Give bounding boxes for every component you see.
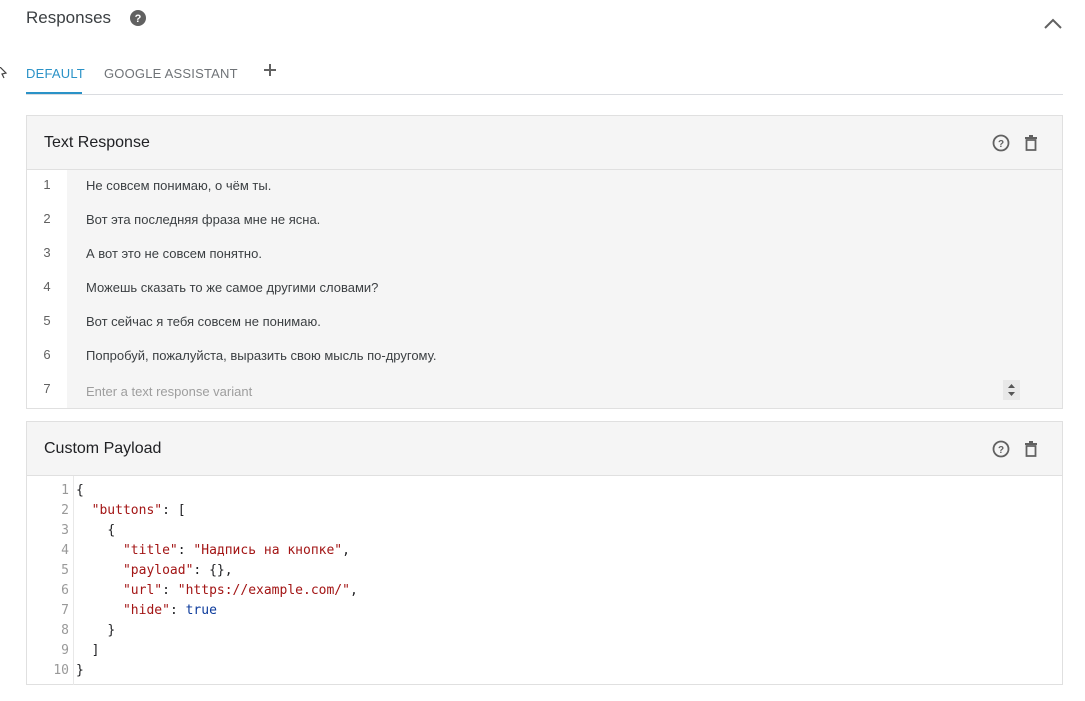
- response-text[interactable]: Вот сейчас я тебя совсем не понимаю.: [67, 306, 1062, 340]
- line-number: 2: [61, 503, 69, 518]
- response-row: 1 Не совсем понимаю, о чём ты.: [27, 170, 1062, 204]
- plus-icon[interactable]: [262, 62, 278, 78]
- line-number: 6: [61, 583, 69, 598]
- cursor-icon: [0, 66, 8, 79]
- help-outline-icon[interactable]: ?: [992, 440, 1010, 458]
- response-row: 3 А вот это не совсем понятно.: [27, 238, 1062, 272]
- line-number: 10: [53, 663, 69, 678]
- custom-payload-card-header: Custom Payload ?: [27, 422, 1062, 476]
- response-text[interactable]: Попробуй, пожалуйста, выразить свою мысл…: [67, 340, 1062, 374]
- json-key: "payload": [122, 563, 194, 578]
- code-token: : [: [162, 503, 186, 518]
- code-token: {: [107, 523, 116, 538]
- json-key: "url": [122, 583, 163, 598]
- code-line: 1 {: [27, 481, 1062, 501]
- code-line: 10 }: [27, 661, 1062, 681]
- response-list: 1 Не совсем понимаю, о чём ты. 2 Вот эта…: [27, 170, 1062, 408]
- response-tabs: DEFAULT GOOGLE ASSISTANT: [26, 56, 1063, 95]
- line-number: 4: [61, 543, 69, 558]
- code-line: 8 }: [27, 621, 1062, 641]
- row-number: 6: [27, 340, 67, 374]
- code-line: 2 "buttons": [: [27, 501, 1062, 521]
- responses-header: Responses ?: [0, 0, 1085, 40]
- json-key: "buttons": [91, 503, 163, 518]
- response-row: 2 Вот эта последняя фраза мне не ясна.: [27, 204, 1062, 238]
- svg-text:?: ?: [135, 13, 142, 25]
- response-text[interactable]: Вот эта последняя фраза мне не ясна.: [67, 204, 1062, 238]
- json-key: "title": [122, 543, 178, 558]
- line-number: 5: [61, 563, 69, 578]
- spinner-arrows-icon[interactable]: [1003, 380, 1020, 400]
- text-response-input[interactable]: [86, 374, 966, 408]
- text-response-card: Text Response ? 1 Не совсем понимаю, о ч…: [26, 115, 1063, 409]
- custom-payload-card: Custom Payload ? 1 { 2 "buttons": [ 3 { …: [26, 421, 1063, 685]
- code-token: ]: [91, 643, 100, 658]
- code-token: {: [76, 483, 84, 498]
- json-string: "https://example.com/": [177, 583, 350, 598]
- code-line: 6 "url": "https://example.com/",: [27, 581, 1062, 601]
- code-line: 4 "title": "Надпись на кнопке",: [27, 541, 1062, 561]
- code-line: 7 "hide": true: [27, 601, 1062, 621]
- line-number: 8: [61, 623, 69, 638]
- section-title: Responses: [26, 8, 112, 27]
- json-code-editor[interactable]: 1 { 2 "buttons": [ 3 { 4 "title": "Надпи…: [27, 476, 1062, 685]
- text-response-card-header: Text Response ?: [27, 116, 1062, 170]
- help-circle-icon[interactable]: ?: [130, 10, 146, 26]
- response-row: 6 Попробуй, пожалуйста, выразить свою мы…: [27, 340, 1062, 374]
- row-number: 1: [27, 170, 67, 204]
- tab-google-assistant[interactable]: GOOGLE ASSISTANT: [104, 66, 238, 81]
- card-title: Text Response: [44, 134, 150, 151]
- new-response-field: [67, 374, 1062, 408]
- new-response-row: 7: [27, 374, 1062, 408]
- chevron-up-icon[interactable]: [1041, 12, 1065, 36]
- row-number: 2: [27, 204, 67, 238]
- active-tab-indicator: [26, 92, 82, 94]
- trash-icon[interactable]: [1022, 440, 1040, 458]
- line-number: 7: [61, 603, 69, 618]
- line-number: 3: [61, 523, 69, 538]
- code-line: 3 {: [27, 521, 1062, 541]
- tab-default[interactable]: DEFAULT: [26, 66, 85, 81]
- json-key: "hide": [122, 603, 170, 618]
- line-number: 9: [61, 643, 69, 658]
- json-boolean: true: [185, 603, 217, 618]
- response-text[interactable]: А вот это не совсем понятно.: [67, 238, 1062, 272]
- code-line: 9 ]: [27, 641, 1062, 661]
- row-number: 5: [27, 306, 67, 340]
- response-text[interactable]: Не совсем понимаю, о чём ты.: [67, 170, 1062, 204]
- json-string: "Надпись на кнопке": [193, 543, 343, 558]
- svg-text:?: ?: [998, 139, 1004, 150]
- row-number: 3: [27, 238, 67, 272]
- response-text[interactable]: Можешь сказать то же самое другими слова…: [67, 272, 1062, 306]
- card-title: Custom Payload: [44, 440, 162, 457]
- line-number: 1: [61, 483, 69, 498]
- code-token: {}: [209, 563, 225, 578]
- response-row: 5 Вот сейчас я тебя совсем не понимаю.: [27, 306, 1062, 340]
- code-token: }: [76, 663, 84, 678]
- response-row: 4 Можешь сказать то же самое другими сло…: [27, 272, 1062, 306]
- code-token: }: [107, 623, 116, 638]
- row-number: 4: [27, 272, 67, 306]
- help-outline-icon[interactable]: ?: [992, 134, 1010, 152]
- svg-text:?: ?: [998, 445, 1004, 456]
- code-line: 5 "payload": {},: [27, 561, 1062, 581]
- trash-icon[interactable]: [1022, 134, 1040, 152]
- row-number: 7: [27, 374, 67, 408]
